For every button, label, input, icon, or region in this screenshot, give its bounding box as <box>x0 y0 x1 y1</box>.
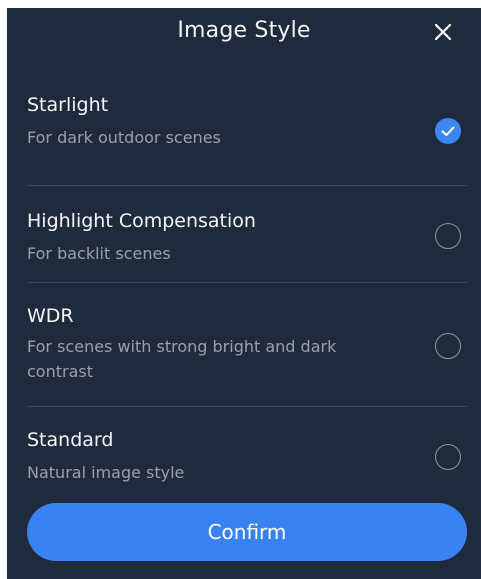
option-wdr[interactable]: WDR For scenes with strong bright and da… <box>27 283 467 407</box>
image-style-sheet: Image Style Starlight For dark outdoor s… <box>7 8 481 579</box>
style-option-list: Starlight For dark outdoor scenes Highli… <box>27 92 467 489</box>
radio-checked[interactable] <box>435 118 461 144</box>
option-title: Standard <box>27 429 114 451</box>
radio-unchecked[interactable] <box>435 333 461 359</box>
close-icon <box>434 23 452 41</box>
close-button[interactable] <box>427 16 459 48</box>
option-title: WDR <box>27 305 74 327</box>
radio-unchecked[interactable] <box>435 223 461 249</box>
confirm-button[interactable]: Confirm <box>27 503 467 561</box>
option-standard[interactable]: Standard Natural image style <box>27 407 467 489</box>
radio-unchecked[interactable] <box>435 444 461 470</box>
option-highlight-compensation[interactable]: Highlight Compensation For backlit scene… <box>27 186 467 283</box>
option-description: For dark outdoor scenes <box>27 128 221 147</box>
sheet-header: Image Style <box>7 8 481 58</box>
option-description: For scenes with strong bright and dark c… <box>27 337 337 381</box>
sheet-title: Image Style <box>177 18 311 43</box>
option-description: Natural image style <box>27 463 185 482</box>
option-description: For backlit scenes <box>27 244 171 263</box>
option-title: Highlight Compensation <box>27 210 256 232</box>
checkmark-icon <box>441 126 455 136</box>
option-starlight[interactable]: Starlight For dark outdoor scenes <box>27 92 467 186</box>
option-title: Starlight <box>27 94 109 116</box>
